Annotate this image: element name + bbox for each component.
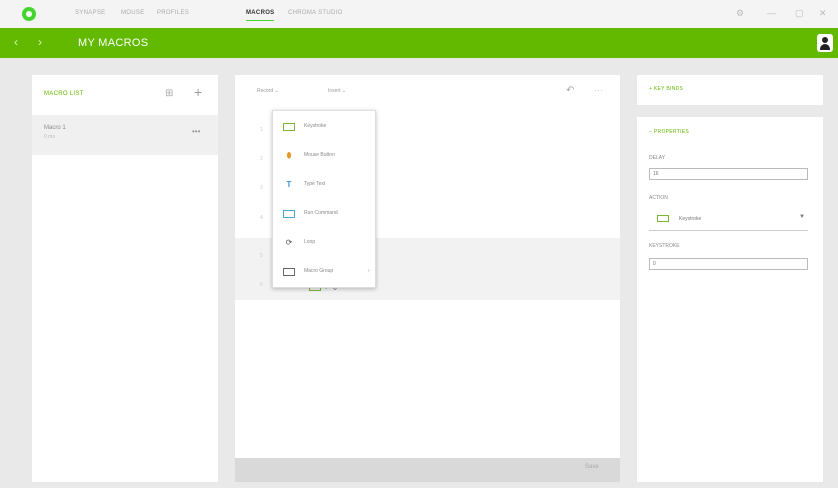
add-macro-icon[interactable]: +: [194, 84, 202, 100]
line-number: 6: [260, 282, 263, 288]
list-item[interactable]: Macro 1 0 ms •••: [32, 115, 218, 155]
record-dropdown[interactable]: Record ⌄: [257, 88, 279, 94]
import-icon[interactable]: ⊞: [165, 88, 173, 99]
keyboard-icon: [283, 123, 295, 131]
user-avatar-icon[interactable]: [817, 34, 833, 52]
menu-item-macro-group[interactable]: Macro Group ›: [273, 258, 377, 286]
properties-panel: − PROPERTIES DELAY 16 ACTION Keystroke ▼…: [637, 117, 823, 482]
menu-item-run-command[interactable]: Run Command: [273, 200, 377, 228]
macro-list-body: [32, 155, 218, 482]
macro-name: Macro 1: [44, 125, 66, 131]
keystroke-input[interactable]: 0: [649, 258, 808, 270]
gear-icon[interactable]: ⚙: [736, 8, 744, 19]
tab-synapse[interactable]: Synapse: [75, 10, 105, 16]
keystroke-label: KEYSTROKE: [649, 243, 680, 249]
action-select-value: Keystroke: [679, 216, 702, 222]
menu-item-label: Type Text: [304, 181, 326, 187]
tab-mouse[interactable]: Mouse: [121, 10, 145, 16]
chevron-down-icon: ▼: [799, 214, 805, 220]
line-number: 3: [260, 185, 263, 191]
key-binds-toggle[interactable]: + KEY BINDS: [649, 86, 683, 92]
tab-macros[interactable]: Macros: [246, 10, 275, 21]
action-select[interactable]: Keystroke ▼: [649, 207, 808, 231]
properties-toggle[interactable]: − PROPERTIES: [649, 129, 689, 135]
delay-label: DELAY: [649, 155, 666, 161]
macro-list-panel: MACRO LIST ⊞ + Macro 1 0 ms •••: [32, 75, 218, 482]
top-nav: Synapse Mouse Profiles Macros Chroma Stu…: [0, 0, 838, 28]
save-button[interactable]: Save: [585, 464, 599, 470]
menu-item-loop[interactable]: ⟳ Loop: [273, 229, 377, 257]
forward-button[interactable]: ›: [38, 35, 42, 49]
text-icon: T: [286, 180, 292, 189]
tab-chroma-studio[interactable]: Chroma Studio: [288, 10, 343, 16]
menu-item-label: Mouse Button: [304, 152, 335, 158]
editor-footer: Save: [235, 458, 620, 482]
more-options-icon[interactable]: •••: [192, 127, 200, 136]
loop-icon: ⟳: [285, 238, 293, 247]
menu-item-label: Keystroke: [304, 123, 327, 129]
mouse-icon: ⬮: [286, 151, 292, 160]
menu-item-label: Macro Group: [304, 268, 334, 274]
page-title: MY MACROS: [78, 37, 149, 49]
maximize-button[interactable]: ▢: [795, 8, 804, 19]
line-number: 2: [260, 156, 263, 162]
insert-dropdown[interactable]: Insert ⌄: [328, 88, 346, 94]
menu-item-type-text[interactable]: T Type Text: [273, 171, 377, 199]
macro-duration: 0 ms: [44, 134, 55, 140]
insert-menu: Keystroke ⬮ Mouse Button T Type Text Run…: [272, 110, 376, 288]
command-icon: [283, 210, 295, 218]
undo-icon[interactable]: ↶: [566, 85, 574, 96]
minimize-button[interactable]: —: [767, 8, 776, 18]
menu-item-mouse-button[interactable]: ⬮ Mouse Button: [273, 142, 377, 170]
close-button[interactable]: ✕: [819, 8, 827, 19]
menu-item-label: Run Command: [304, 210, 338, 216]
key-binds-panel: + KEY BINDS: [637, 75, 823, 105]
menu-item-label: Loop: [304, 239, 316, 245]
delay-input[interactable]: 16: [649, 168, 808, 180]
page-header: ‹ › MY MACROS: [0, 28, 838, 58]
submenu-arrow-icon: ›: [368, 268, 370, 274]
keyboard-icon: [657, 215, 669, 222]
action-label: ACTION: [649, 195, 668, 201]
macro-group-icon: [283, 268, 295, 276]
macro-list-title: MACRO LIST: [44, 91, 84, 97]
menu-item-keystroke[interactable]: Keystroke: [273, 113, 377, 141]
razer-logo-icon[interactable]: [22, 7, 36, 21]
line-number: 1: [260, 127, 263, 133]
line-number: 5: [260, 253, 263, 259]
editor-lower-area: [235, 300, 620, 458]
macro-list-header: MACRO LIST ⊞ +: [32, 75, 218, 115]
tab-profiles[interactable]: Profiles: [157, 10, 189, 16]
more-icon[interactable]: ⋯: [594, 85, 603, 96]
line-number: 4: [260, 215, 263, 221]
back-button[interactable]: ‹: [14, 35, 18, 49]
